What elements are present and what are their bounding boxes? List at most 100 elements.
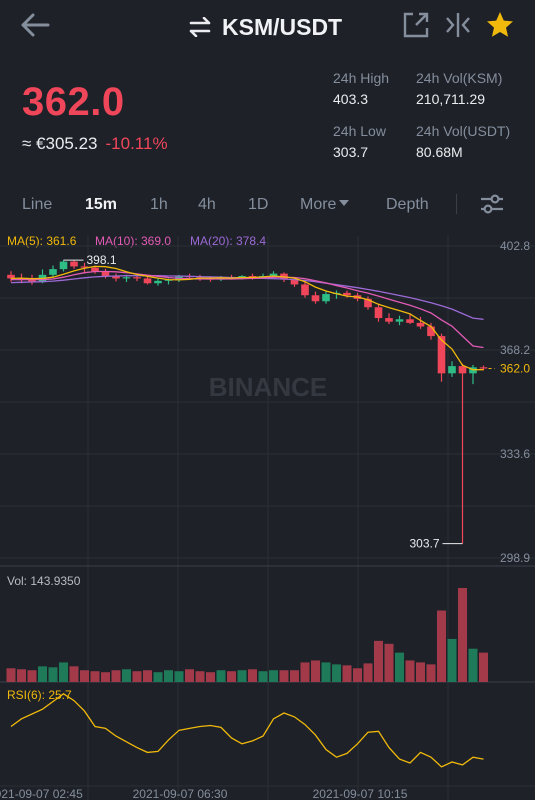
candle-body [59, 261, 68, 270]
candle-body [458, 366, 467, 374]
candle-body [143, 278, 152, 284]
tab-line[interactable]: Line [22, 196, 52, 214]
watermark-text: BINANCE [209, 372, 327, 402]
price-chart[interactable]: BINANCE 402.8 368.2 333.6 298.9 362.0 398.1 303… [0, 230, 535, 800]
price-subline: ≈ €305.23 -10.11% [22, 134, 168, 154]
stat-24h-low: 24h Low 303.7 [333, 123, 386, 160]
volume-bar [269, 670, 278, 682]
volume-bar [468, 648, 478, 682]
volume-bar [132, 671, 142, 682]
stat-24h-vol-quote: 24h Vol(USDT) 80.68M [416, 123, 510, 160]
volume-bar [405, 660, 415, 682]
tab-1d[interactable]: 1D [248, 196, 268, 214]
star-icon[interactable] [485, 10, 515, 40]
stat-value: 403.3 [333, 91, 369, 107]
time-axis-label: 2021-09-07 06:30 [133, 787, 228, 800]
volume-bar [237, 670, 247, 682]
high-marker-label: 398.1 [87, 253, 117, 267]
stat-value: 210,711.29 [416, 91, 486, 107]
candle-body [122, 277, 131, 279]
volume-bar [6, 668, 16, 682]
last-price: 362.0 [22, 80, 125, 124]
compare-icon[interactable] [443, 10, 473, 40]
tab-depth[interactable]: Depth [386, 196, 429, 214]
volume-bar [206, 672, 215, 682]
tab-more[interactable]: More [300, 196, 350, 214]
volume-bar [458, 588, 467, 682]
volume-bar [17, 669, 26, 682]
volume-bar [122, 669, 131, 682]
volume-bar [90, 671, 100, 682]
stat-label: 24h Low [333, 123, 386, 139]
volume-bar [101, 672, 110, 682]
candle-body [427, 326, 435, 337]
volume-bar [27, 670, 37, 682]
candle-body [91, 267, 99, 272]
volume-bar [48, 667, 58, 682]
volume-bar [143, 670, 152, 682]
price-axis-label: 298.9 [500, 551, 530, 565]
volume-bar [111, 670, 121, 682]
volume-bar [300, 662, 310, 682]
volume-bar [353, 668, 362, 682]
back-arrow-icon[interactable] [18, 10, 52, 40]
volume-label: Vol: 143.9350 [7, 574, 81, 588]
volume-bar [216, 670, 226, 682]
volume-bar [258, 671, 268, 682]
candle-body [395, 319, 404, 322]
swap-icon [189, 17, 211, 37]
caret-down-icon [339, 200, 350, 207]
interval-tabs: Line 15m 1h 4h 1D More Depth [0, 190, 535, 222]
stat-label: 24h Vol(USDT) [416, 123, 511, 139]
volume-bar [164, 670, 173, 682]
share-icon[interactable] [401, 10, 431, 40]
candle-body [448, 366, 456, 374]
pair-title: KSM/USDT [222, 13, 343, 40]
volume-bar [227, 671, 236, 682]
volume-bar [311, 660, 320, 682]
rsi-line [10, 693, 484, 768]
tab-divider [456, 194, 457, 214]
price-axis-label: 402.8 [500, 239, 530, 253]
settings-sliders-icon[interactable] [478, 192, 506, 216]
volume-bar [363, 663, 373, 682]
ma5-line [10, 265, 484, 371]
volume-bar [437, 610, 446, 682]
candle-body [416, 322, 425, 327]
volume-bar [153, 672, 163, 682]
tab-4h[interactable]: 4h [198, 196, 216, 214]
time-axis-label: 2021-09-07 02:45 [0, 787, 83, 800]
pair-selector[interactable]: KSM/USDT [188, 12, 342, 42]
volume-bar [321, 662, 331, 682]
candle-body [479, 367, 488, 369]
tab-15m[interactable]: 15m [85, 196, 117, 214]
change-percent: -10.11% [105, 134, 168, 153]
candle-body [311, 295, 320, 302]
volume-bar [426, 664, 436, 682]
volume-bar [59, 662, 68, 682]
price-axis-label: 368.2 [500, 343, 530, 357]
volume-bar [332, 664, 341, 682]
stat-24h-high: 24h High 403.3 [333, 70, 389, 107]
volume-bar [279, 670, 289, 682]
candle-body [374, 307, 383, 319]
volume-bar [384, 643, 394, 682]
volume-bar [290, 670, 299, 682]
time-axis-label: 2021-09-07 10:15 [313, 787, 408, 800]
candle-body [385, 318, 393, 322]
low-marker-label: 303.7 [409, 537, 439, 551]
stat-24h-vol-base: 24h Vol(KSM) 210,711.29 [416, 70, 502, 107]
volume-bar [248, 669, 257, 682]
top-bar: KSM/USDT [0, 0, 535, 56]
tab-more-label: More [300, 196, 337, 213]
stat-label: 24h Vol(KSM) [416, 70, 503, 86]
rsi-label: RSI(6): 25.7 [7, 688, 72, 702]
volume-bar [174, 671, 184, 682]
last-price-label: 362.0 [500, 362, 530, 376]
volume-bar [185, 669, 194, 682]
tab-1h[interactable]: 1h [150, 196, 168, 214]
volume-bar [374, 640, 383, 682]
volume-bar [80, 670, 89, 682]
volume-bar [69, 666, 79, 682]
stat-value: 303.7 [333, 144, 369, 160]
